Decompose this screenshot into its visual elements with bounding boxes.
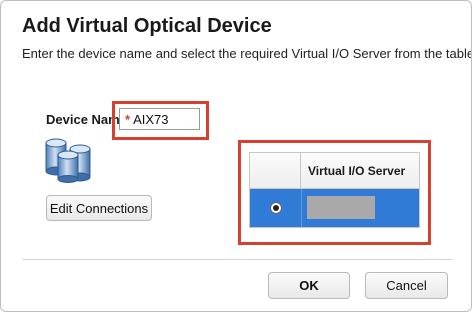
vios-name-redacted — [307, 196, 375, 219]
footer-divider — [22, 259, 453, 260]
row-select-radio[interactable] — [270, 202, 282, 214]
row-divider — [301, 189, 302, 227]
edit-connections-button[interactable]: Edit Connections — [46, 195, 152, 221]
device-name-value: AIX73 — [133, 111, 169, 127]
cancel-button[interactable]: Cancel — [365, 272, 448, 299]
radio-selected-dot — [273, 205, 279, 211]
select-column-header[interactable] — [250, 153, 301, 188]
required-marker: * — [125, 111, 131, 127]
dialog-subtitle: Enter the device name and select the req… — [22, 46, 472, 61]
device-name-input[interactable]: * AIX73 — [119, 108, 200, 130]
vios-column-header[interactable]: Virtual I/O Server — [308, 164, 405, 178]
database-storage-icon — [45, 138, 91, 183]
vios-table: Virtual I/O Server — [249, 152, 420, 228]
dialog-title: Add Virtual Optical Device — [22, 15, 272, 37]
table-row[interactable] — [250, 189, 419, 227]
ok-button[interactable]: OK — [268, 272, 350, 299]
add-virtual-optical-device-dialog: Add Virtual Optical Device Enter the dev… — [0, 0, 472, 312]
table-header: Virtual I/O Server — [250, 153, 419, 189]
